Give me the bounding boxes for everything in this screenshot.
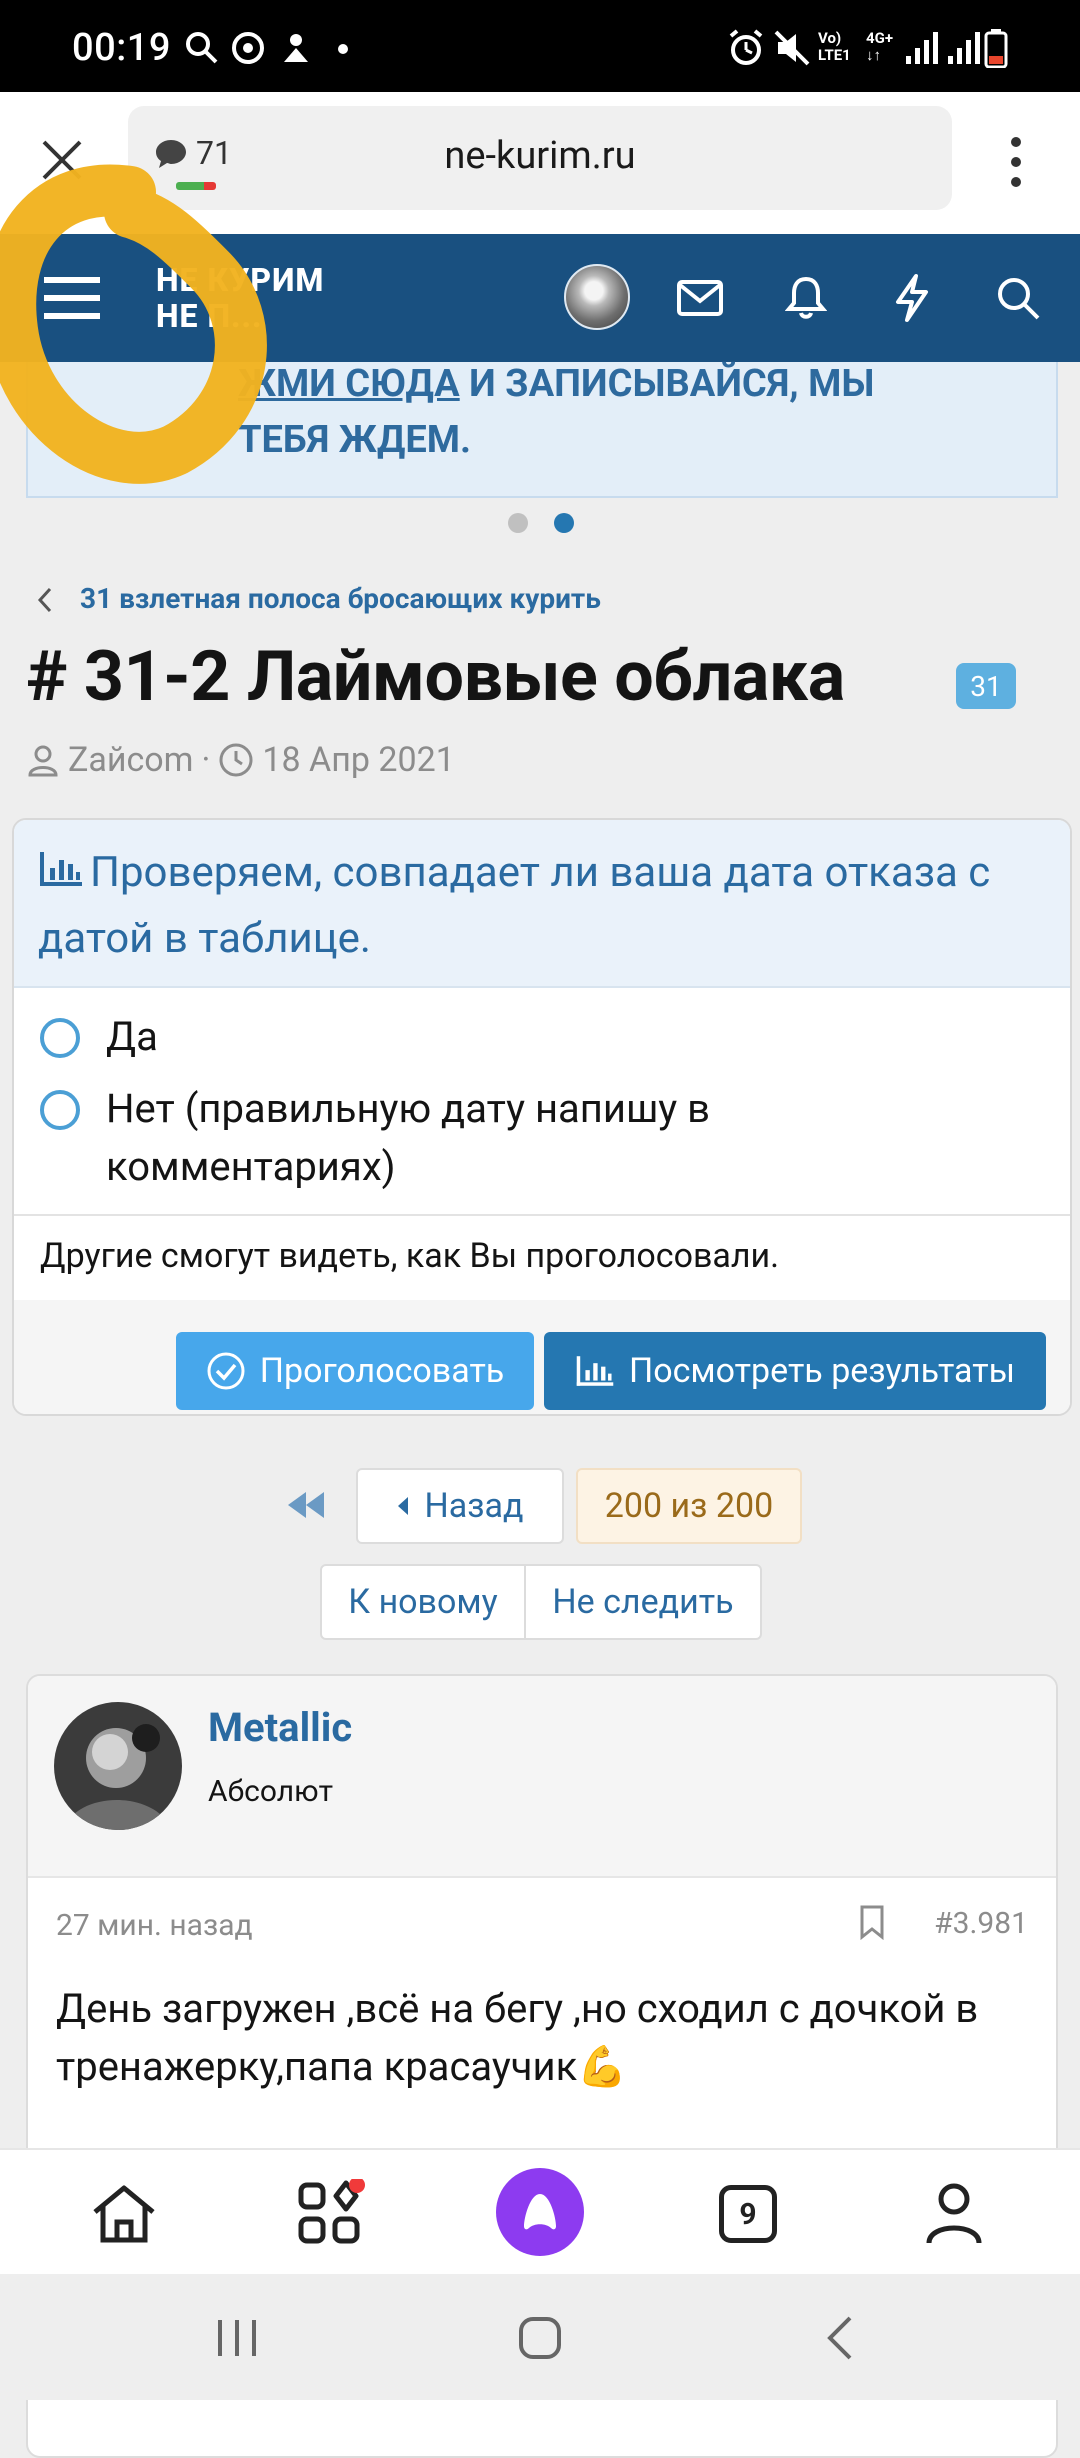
poll-question: Проверяем, совпадает ли ваша дата отказа… bbox=[38, 848, 991, 963]
recent-apps-icon[interactable] bbox=[214, 2316, 260, 2360]
sync-status-icon bbox=[232, 32, 264, 64]
poll-header: Проверяем, совпадает ли ваша дата отказа… bbox=[14, 820, 1070, 988]
poll-option-label-1[interactable]: Да bbox=[106, 1008, 158, 1066]
highlight-marker bbox=[0, 164, 267, 484]
poll-block: Проверяем, совпадает ли ваша дата отказа… bbox=[12, 818, 1072, 1416]
status-time: 00:19 bbox=[72, 26, 171, 70]
search-status-icon bbox=[186, 32, 218, 64]
title-badge: 31 bbox=[956, 663, 1016, 709]
back-button-icon[interactable] bbox=[824, 2314, 856, 2362]
breadcrumb[interactable]: 31 взлетная полоса бросающих курить bbox=[80, 582, 601, 615]
bookmark-icon[interactable] bbox=[858, 1904, 886, 1940]
prev-page-button[interactable]: Назад bbox=[356, 1468, 564, 1544]
carousel-dot-2[interactable] bbox=[554, 513, 574, 533]
volte-indicator: Vo) LTE1 bbox=[818, 29, 851, 64]
lightning-icon[interactable] bbox=[878, 264, 946, 332]
to-new-button[interactable]: К новому bbox=[320, 1564, 526, 1640]
first-page-icon[interactable] bbox=[286, 1490, 326, 1520]
signal-icon-1 bbox=[906, 32, 938, 64]
notification-status-icon bbox=[284, 34, 308, 62]
post-time[interactable]: 27 мин. назад bbox=[56, 1908, 253, 1943]
system-nav-bar bbox=[0, 2274, 1080, 2400]
post-user-title: Абсолют bbox=[208, 1774, 334, 1809]
poll-note: Другие смогут видеть, как Вы проголосова… bbox=[14, 1214, 1070, 1302]
post-username[interactable]: Metallic bbox=[208, 1704, 352, 1751]
poll-option-radio-1[interactable] bbox=[40, 1018, 80, 1058]
bell-icon[interactable] bbox=[772, 264, 840, 332]
post-number[interactable]: #3.981 bbox=[934, 1906, 1028, 1941]
poll-option-radio-2[interactable] bbox=[40, 1090, 80, 1130]
home-icon[interactable] bbox=[84, 2174, 164, 2254]
more-notifications-dot bbox=[338, 44, 348, 54]
post-body: День загружен ,всё на бегу ,но сходил с … bbox=[56, 1985, 979, 2090]
view-results-button[interactable]: Посмотреть результаты bbox=[544, 1332, 1046, 1410]
services-grid-icon[interactable] bbox=[290, 2174, 370, 2254]
page-status[interactable]: 200 из 200 bbox=[576, 1468, 802, 1544]
profile-icon[interactable] bbox=[914, 2174, 994, 2254]
carousel-dot-1[interactable] bbox=[508, 513, 528, 533]
post-avatar[interactable] bbox=[54, 1702, 182, 1830]
caret-left-icon bbox=[398, 1497, 409, 1515]
browser-bottom-nav: 9 bbox=[0, 2148, 1080, 2276]
vote-button[interactable]: Проголосовать bbox=[176, 1332, 534, 1410]
banner-line-1: ЖМИ СЮДА И ЗАПИСЫВАЙСЯ, МЫ bbox=[238, 362, 875, 406]
status-bar: 00:19 Vo) LTE1 4G+ ↓↑ bbox=[0, 0, 1080, 92]
clock-icon bbox=[219, 743, 253, 777]
thread-meta: Zaйcom · 18 Апр 2021 bbox=[26, 740, 455, 780]
poll-chart-icon bbox=[40, 852, 82, 886]
signal-icon-2 bbox=[948, 32, 980, 64]
thread-date: 18 Апр 2021 bbox=[262, 740, 455, 780]
poll-option-label-2[interactable]: Нет (правильную дату напишу в комментари… bbox=[106, 1080, 806, 1196]
check-circle-icon bbox=[207, 1352, 245, 1390]
tabs-icon[interactable]: 9 bbox=[708, 2174, 788, 2254]
mute-icon bbox=[774, 30, 810, 66]
battery-icon bbox=[984, 29, 1008, 68]
alice-assistant-icon[interactable] bbox=[496, 2168, 584, 2256]
results-chart-icon bbox=[576, 1356, 614, 1386]
search-icon[interactable] bbox=[984, 264, 1052, 332]
network-type: 4G+ ↓↑ bbox=[866, 29, 894, 64]
poll-footer: Проголосовать Посмотреть результаты bbox=[14, 1300, 1070, 1414]
thread-author[interactable]: Zaйcom bbox=[68, 740, 194, 780]
inbox-icon[interactable] bbox=[666, 264, 734, 332]
alarm-icon bbox=[729, 29, 763, 65]
user-icon bbox=[28, 745, 58, 777]
unwatch-button[interactable]: Не следить bbox=[524, 1564, 762, 1640]
breadcrumb-back-icon[interactable] bbox=[36, 586, 54, 614]
user-avatar[interactable] bbox=[564, 264, 630, 330]
post-user-block: Metallic Абсолют bbox=[28, 1676, 1056, 1878]
menu-dots-icon[interactable] bbox=[1004, 134, 1028, 190]
home-button-icon[interactable] bbox=[516, 2314, 564, 2362]
page-title: # 31-2 Лаймовые облака bbox=[26, 636, 845, 718]
